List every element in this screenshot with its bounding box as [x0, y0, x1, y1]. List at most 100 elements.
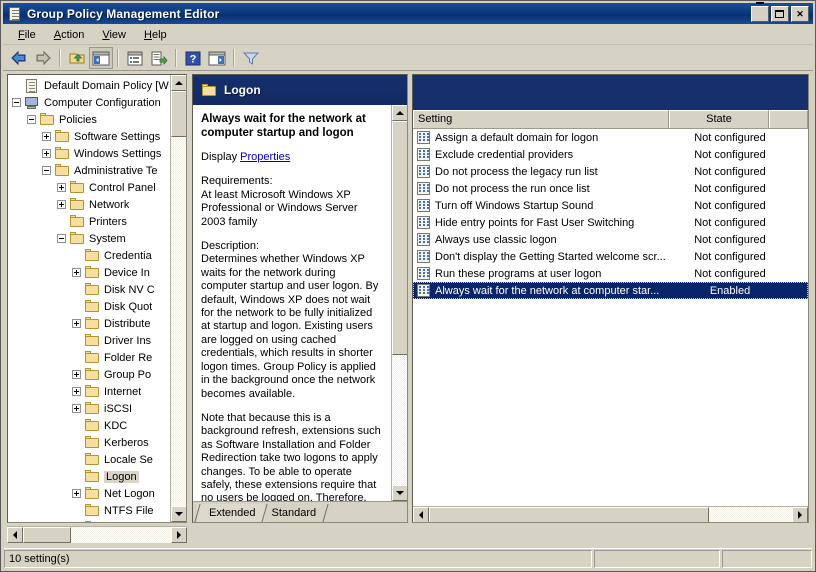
help-button[interactable]: ? — [181, 47, 205, 69]
back-button[interactable] — [7, 47, 31, 69]
expand-plus-icon[interactable] — [42, 149, 51, 158]
tree-node[interactable]: Disk Quot — [8, 298, 169, 315]
list-scroll-right-button[interactable] — [792, 507, 808, 522]
expand-plus-icon[interactable] — [72, 404, 81, 413]
tree-node[interactable]: Locale Se — [8, 451, 169, 468]
menu-action[interactable]: Action — [45, 27, 94, 43]
tab-extended[interactable]: Extended — [197, 504, 266, 522]
expand-plus-icon[interactable] — [72, 387, 81, 396]
show-hide-tree-button[interactable] — [89, 47, 113, 69]
description-vertical-scrollbar[interactable] — [391, 105, 407, 501]
tree-node[interactable]: Software Settings — [8, 128, 169, 145]
table-row[interactable]: Do not process the legacy run list Not co… — [413, 163, 808, 180]
tree-node[interactable]: Group Po — [8, 366, 169, 383]
tree-scroll-down-button[interactable] — [171, 506, 186, 522]
tree-node[interactable]: System — [8, 230, 169, 247]
expand-plus-icon[interactable] — [42, 132, 51, 141]
tree-scroll-thumb[interactable] — [171, 91, 186, 137]
table-row[interactable]: Don't display the Getting Started welcom… — [413, 248, 808, 265]
expand-plus-icon[interactable] — [57, 200, 66, 209]
tree-node[interactable]: Default Domain Policy [WIN-1 — [8, 77, 169, 94]
table-row[interactable]: Run these programs at user logon Not conf… — [413, 265, 808, 282]
policy-setting-icon — [417, 148, 431, 161]
tree-node[interactable]: Kerberos — [8, 434, 169, 451]
minimize-button[interactable] — [751, 1, 769, 22]
table-row[interactable]: Always wait for the network at computer … — [413, 282, 808, 299]
table-row[interactable]: Do not process the run once list Not conf… — [413, 180, 808, 197]
expand-plus-icon[interactable] — [72, 370, 81, 379]
tree-node[interactable]: Internet — [8, 383, 169, 400]
tree-node[interactable]: Printers — [8, 213, 169, 230]
filter-button[interactable] — [239, 47, 263, 69]
tree-node[interactable]: Distribute — [8, 315, 169, 332]
column-header-comment[interactable] — [769, 110, 808, 128]
table-row[interactable]: Turn off Windows Startup Sound Not config… — [413, 197, 808, 214]
expand-plus-icon[interactable] — [72, 489, 81, 498]
close-button[interactable]: ✕ — [791, 5, 809, 22]
expand-plus-icon[interactable] — [72, 268, 81, 277]
list-scroll-left-button[interactable] — [413, 507, 429, 522]
properties-link[interactable]: Properties — [240, 151, 290, 163]
expand-plus-icon[interactable] — [72, 319, 81, 328]
description-scroll-up-button[interactable] — [392, 105, 407, 121]
tree-horizontal-scrollbar[interactable] — [7, 526, 187, 543]
tree-node[interactable]: Credentia — [8, 247, 169, 264]
tree-node[interactable]: Administrative Te — [8, 162, 169, 179]
setting-state-cell: Enabled — [709, 284, 751, 297]
tree-node[interactable]: Network — [8, 196, 169, 213]
setting-title: Always wait for the network at computer … — [201, 113, 366, 139]
list-hscroll-thumb[interactable] — [429, 507, 709, 522]
tree-node[interactable]: Computer Configuration — [8, 94, 169, 111]
console-tree-icon — [92, 51, 110, 65]
maximize-button[interactable] — [771, 5, 789, 22]
table-row[interactable]: Assign a default domain for logon Not con… — [413, 129, 808, 146]
menu-help[interactable]: Help — [135, 27, 176, 43]
tree-node[interactable]: Driver Ins — [8, 332, 169, 349]
tree-node[interactable]: Policies — [8, 111, 169, 128]
tree-node[interactable]: Net Logon — [8, 485, 169, 502]
tree-node[interactable]: Disk NV C — [8, 281, 169, 298]
folder-icon — [54, 164, 70, 177]
forward-button[interactable] — [31, 47, 55, 69]
properties-button[interactable] — [123, 47, 147, 69]
toolbar-separator — [117, 49, 119, 67]
menu-view[interactable]: View — [93, 27, 135, 43]
tree-node[interactable]: Device In — [8, 264, 169, 281]
setting-name-cell: Don't display the Getting Started welcom… — [435, 250, 666, 263]
menu-file[interactable]: File — [9, 27, 45, 43]
table-row[interactable]: Hide entry points for Fast User Switchin… — [413, 214, 808, 231]
export-list-button[interactable] — [147, 47, 171, 69]
collapse-minus-icon[interactable] — [27, 115, 36, 124]
tree-node[interactable]: Logon — [8, 468, 169, 485]
collapse-minus-icon[interactable] — [12, 98, 21, 107]
expand-plus-icon[interactable] — [57, 183, 66, 192]
tree-node[interactable]: iSCSI — [8, 400, 169, 417]
description-scroll-down-button[interactable] — [392, 485, 407, 501]
column-header-state[interactable]: State — [669, 110, 769, 128]
tree-scroll-right-button[interactable] — [171, 527, 187, 543]
tree-node[interactable]: Control Panel — [8, 179, 169, 196]
tree-node[interactable]: KDC — [8, 417, 169, 434]
tree-scroll-left-button[interactable] — [7, 527, 23, 543]
column-header-setting[interactable]: Setting — [413, 110, 669, 128]
tree-vertical-scrollbar[interactable] — [170, 75, 186, 522]
tree-node-label: Group Po — [104, 368, 152, 381]
description-scroll-thumb[interactable] — [392, 121, 407, 355]
description-paragraph-1: Determines whether Windows XP waits for … — [201, 253, 379, 400]
show-hide-action-pane-button[interactable] — [205, 47, 229, 69]
tree-node[interactable]: Folder Re — [8, 349, 169, 366]
table-row[interactable]: Always use classic logon Not configured — [413, 231, 808, 248]
tree-node[interactable]: Windows Settings — [8, 145, 169, 162]
tab-standard[interactable]: Standard — [259, 504, 327, 522]
collapse-minus-icon[interactable] — [57, 234, 66, 243]
up-one-level-button[interactable] — [65, 47, 89, 69]
tree-scroll-up-button[interactable] — [171, 75, 186, 91]
view-tabs: Extended Standard — [193, 501, 407, 522]
list-horizontal-scrollbar[interactable] — [413, 506, 808, 522]
tree-hscroll-thumb[interactable] — [23, 527, 71, 543]
tree-node[interactable]: NTFS File — [8, 502, 169, 519]
tree-node[interactable]: Performa — [8, 519, 169, 522]
table-row[interactable]: Exclude credential providers Not configur… — [413, 146, 808, 163]
collapse-minus-icon[interactable] — [42, 166, 51, 175]
